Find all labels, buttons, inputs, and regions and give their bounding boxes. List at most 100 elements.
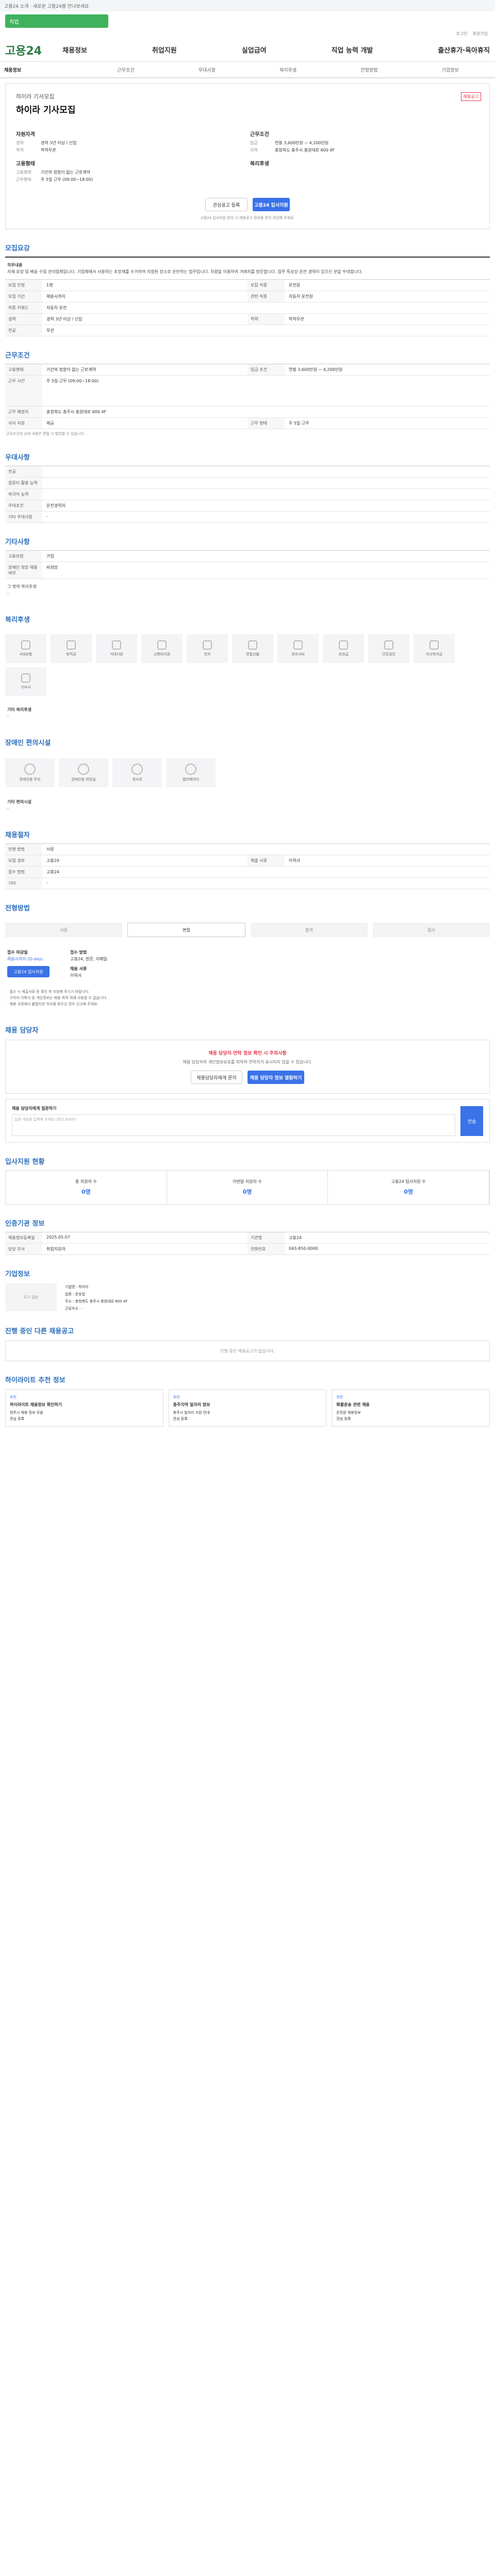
restroom-icon: [78, 764, 89, 775]
summary-grid: 자원자격 경력 경력 3년 이상 / 신입 학력 학력무관 고용형태 고용형태 기간의…: [16, 125, 479, 183]
deadline-block: 접수 마감일 채용시까지 (D-day) 고용24 입사지원: [7, 950, 50, 978]
gnb-item[interactable]: 취업지원: [152, 45, 177, 55]
kv-row: 학력 학력무관: [16, 148, 56, 152]
search-input[interactable]: 직업: [5, 14, 108, 28]
section-title: 기업정보: [5, 1270, 30, 1278]
sub-heading: 직무내용: [7, 263, 23, 267]
section-heading: 복리후생: [250, 161, 269, 167]
contact-buttons: 채용담당자에게 문의 채용 담당자 정보 열람하기: [15, 1071, 480, 1084]
kv-row: 고용형태 기간의 정함이 없는 근로계약: [16, 170, 90, 175]
welfare-item: 퇴직금: [51, 634, 92, 663]
procedure-grid: 전형 방법 서류 모집 경로 고용24 제출 서류 이력서 접수 방법 고용24 기타 -: [5, 843, 490, 889]
welfare-icon: [203, 640, 212, 650]
other-jobs-empty: 진행 중인 채용공고가 없습니다.: [5, 1341, 490, 1361]
welfare-icon: [430, 640, 439, 650]
etc-note: 그 밖의 복리후생 -: [7, 584, 37, 596]
kv-row: 지역 충청북도 충주시 충원대로 600 4F: [250, 148, 335, 152]
welfare-list: 4대보험 퇴직금 식대지원 교통비지원 연차 명절선물 경조사비 성과급 건강검…: [0, 628, 495, 702]
table-row: 외국어 능력: [5, 489, 490, 500]
apply-button[interactable]: 고용24 입사지원: [7, 966, 50, 977]
selection-steps: 서류 면접 합격 입사: [0, 917, 495, 943]
question-box: 채용 담당자에게 질문하기 질문 내용을 입력해 주세요 (최대 300자) 전…: [5, 1099, 490, 1143]
table-row: 전공: [5, 466, 490, 478]
question-input[interactable]: 질문 내용을 입력해 주세요 (최대 300자): [12, 1114, 455, 1136]
table-row: 식사 지원 제공 근무 형태 주 5일 근무: [5, 418, 490, 429]
welfare-icon: [157, 640, 167, 650]
gnb-item[interactable]: 채용정보: [62, 45, 87, 55]
join-link[interactable]: 회원가입: [473, 31, 488, 38]
tab-selection[interactable]: 전형방법: [328, 66, 409, 73]
facility-item: 경사로: [112, 758, 162, 787]
welfare-icon: [339, 640, 348, 650]
wheelchair-icon: [185, 764, 196, 775]
facility-item: 장애인용 주차: [5, 758, 55, 787]
kv-row: 임금 연봉 3,600만원 ~ 4,200만원: [250, 141, 329, 145]
gnb-item[interactable]: 출산휴가·육아휴직: [438, 45, 490, 55]
kv-row: 근무형태 주 5일 근무 (09:00~18:00): [16, 177, 93, 182]
tab-conditions[interactable]: 근무조건: [85, 66, 166, 73]
job-summary: 하이라 기사모집 하이라 기사모집 채용공고 자원자격 경력 경력 3년 이상 /…: [5, 83, 490, 229]
company-name: 하이라 기사모집: [16, 93, 55, 100]
section-title: 진행 중인 다른 채용공고: [5, 1328, 74, 1335]
welfare-icon: [21, 673, 30, 683]
tab-preference[interactable]: 우대사항: [167, 66, 248, 73]
detail-tabs: 채용정보 근무조건 우대사항 복리후생 전형방법 기업정보: [0, 62, 495, 78]
apply-note: 고용24 입사지원 문의 시 채용공고 정보를 먼저 확인해 주세요.: [200, 216, 295, 220]
welfare-item: 성과급: [323, 634, 364, 663]
welfare-icon: [384, 640, 393, 650]
table-row: 컴퓨터 활용 능력: [5, 478, 490, 489]
section-title: 기타사항: [5, 538, 30, 546]
disability-list: 장애인용 주차 장애인용 화장실 경사로 엘리베이터: [0, 751, 495, 794]
inquiry-button[interactable]: 채용담당자에게 문의: [191, 1071, 242, 1084]
table-row: 고용보험 가입: [5, 551, 490, 562]
search-row: 직업: [0, 11, 495, 31]
section-title: 복리후생: [5, 616, 30, 624]
welfare-item: 교통비지원: [141, 634, 183, 663]
welfare-icon: [248, 640, 257, 650]
ramp-icon: [131, 764, 143, 775]
tab-welfare[interactable]: 복리후생: [248, 66, 328, 73]
step: 면접: [127, 923, 245, 937]
step: 서류: [5, 923, 122, 937]
summary-right: 근무조건 임금 연봉 3,600만원 ~ 4,200만원 지역 충청북도 충주시 충…: [250, 125, 479, 183]
tab-recruit[interactable]: 채용정보: [4, 66, 85, 73]
recommend-card[interactable]: 추천 하이라이트 채용정보 확인하기 청주시 채용 정보 모음 관심 등록: [5, 1389, 163, 1427]
apply-button[interactable]: 고용24 입사지원: [253, 198, 290, 211]
logo[interactable]: 고용24: [5, 42, 42, 58]
welfare-icon: [67, 640, 76, 650]
kv-row: 근로자수 : -: [65, 1307, 84, 1311]
etc-grid: 고용보험 가입 장애인 희망 채용여부 비희망: [5, 550, 490, 579]
send-button[interactable]: 전송: [460, 1106, 483, 1136]
company-info: 로고 없음 기업명 : 하이라 업종 : 운송업 주소 : 충청북도 충주시 충…: [5, 1283, 490, 1312]
company-table: 기업명 : 하이라 업종 : 운송업 주소 : 충청북도 충주시 충원대로 60…: [65, 1283, 490, 1312]
save-button[interactable]: 관심공고 등록: [205, 198, 248, 211]
facility-other: 기타 편의시설 -: [7, 800, 31, 811]
table-row: 기타 -: [5, 878, 490, 889]
section-title: 근무조건: [5, 352, 30, 360]
applicant-stats: 총 지원자 수 0명 이번달 지원자 수 0명 고용24 입사지원 수 0명: [5, 1170, 490, 1205]
apply-notes: · 접수 시 제출서류 등 확인 후 지원해 주시기 바랍니다. · 구직자 이…: [7, 990, 108, 1006]
section-title: 모집요강: [5, 245, 30, 252]
view-contact-button[interactable]: 채용 담당자 정보 열람하기: [248, 1071, 304, 1084]
login-link[interactable]: 로그인: [456, 31, 467, 38]
table-row: 모집 인원 1명 모집 직종 운전원: [5, 280, 490, 291]
job-desc: 직무내용 자재 포장 및 배송 수집 관리업체입니다. 기업체에서 사용하는 포…: [0, 258, 495, 279]
section-heading: 근무조건: [250, 132, 269, 138]
stat: 고용24 입사지원 수 0명: [328, 1171, 490, 1204]
job-desc-text: 자재 포장 및 배송 수집 관리업체입니다. 기업체에서 사용하는 포장재를 수…: [7, 269, 363, 274]
recommend-list: 추천 하이라이트 채용정보 확인하기 청주시 채용 정보 모음 관심 등록 추천 충주지…: [5, 1389, 490, 1427]
recommend-card[interactable]: 추천 화물운송 관련 채용 운전원 채용정보 관심 등록: [332, 1389, 490, 1427]
table-row: 전공 무관: [5, 325, 490, 336]
gnb-item[interactable]: 실업급여: [242, 45, 267, 55]
recommend-card[interactable]: 추천 충주지역 일자리 정보 충주시 일자리 지원 안내 관심 등록: [168, 1389, 327, 1427]
table-row: 모집 경로 고용24 제출 서류 이력서: [5, 855, 490, 867]
step: 입사: [373, 923, 490, 937]
welfare-item: 자녀학자금: [414, 634, 455, 663]
tab-company[interactable]: 기업정보: [410, 66, 491, 73]
gnb-item[interactable]: 직업 능력 개발: [332, 45, 373, 55]
method-block: 접수 방법 고용24, 방문, 이메일 채용 서류 이력서: [70, 950, 107, 978]
facility-item: 엘리베이터: [166, 758, 216, 787]
action-buttons: 관심공고 등록 고용24 입사지원: [16, 198, 479, 211]
table-row: 기타 우대사항 -: [5, 512, 490, 523]
top-notice: 고용24 소개 · 새로운 고용24를 만나보세요: [4, 4, 89, 9]
